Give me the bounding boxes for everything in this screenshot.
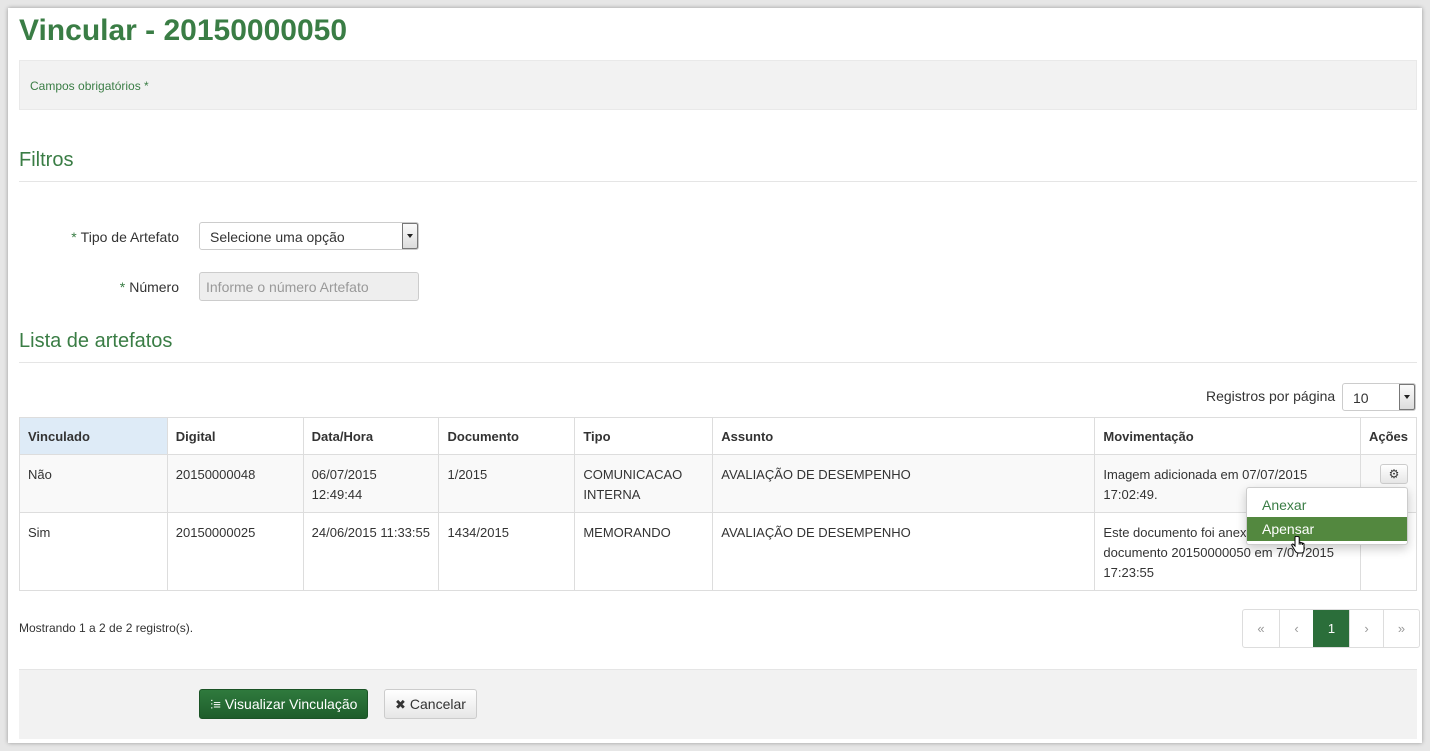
cell-text: Sim bbox=[28, 525, 51, 540]
numero-input[interactable]: Informe o número Artefato bbox=[199, 272, 419, 301]
required-fields-panel: Campos obrigatórios * bbox=[19, 60, 1417, 110]
close-icon: ✖ bbox=[395, 697, 406, 712]
required-star: * bbox=[71, 229, 77, 245]
cell-data-hora: 24/06/2015 11:33:55 bbox=[302, 512, 440, 591]
cell-text: 1434/2015 bbox=[447, 525, 509, 540]
per-page-value: 10 bbox=[1353, 390, 1369, 406]
cell-text: COMUNICACAO INTERNA bbox=[583, 467, 683, 502]
hand-cursor-icon bbox=[1291, 536, 1305, 554]
cell-tipo: MEMORANDO bbox=[574, 512, 714, 591]
page-next-button[interactable]: › bbox=[1349, 610, 1383, 647]
cell-documento: 1/2015 bbox=[438, 454, 576, 513]
tipo-artefato-value: Selecione uma opção bbox=[210, 229, 345, 245]
menu-item-anexar[interactable]: Anexar bbox=[1247, 493, 1407, 517]
visualizar-vinculacao-button[interactable]: ⫶≡ Visualizar Vinculação bbox=[199, 689, 369, 719]
cell-tipo: COMUNICACAO INTERNA bbox=[574, 454, 714, 513]
numero-label: * Número bbox=[19, 279, 179, 295]
tipo-artefato-label: * Tipo de Artefato bbox=[19, 229, 179, 245]
cell-text: MEMORANDO bbox=[583, 525, 671, 540]
gear-icon: ⚙ bbox=[1388, 467, 1400, 481]
cell-text: AVALIAÇÃO DE DESEMPENHO bbox=[721, 525, 911, 540]
cell-vinculado: Sim bbox=[19, 512, 168, 591]
cell-text: 06/07/2015 12:49:44 bbox=[311, 467, 377, 502]
col-acoes: Ações bbox=[1359, 417, 1418, 455]
cell-text: Não bbox=[28, 467, 52, 482]
table-row: Não 20150000048 06/07/2015 12:49:44 1/20… bbox=[19, 454, 1418, 513]
list-divider bbox=[19, 362, 1417, 363]
numero-placeholder: Informe o número Artefato bbox=[206, 279, 369, 295]
page-last-button[interactable]: » bbox=[1383, 610, 1419, 647]
col-data-hora[interactable]: Data/Hora bbox=[302, 417, 440, 455]
cell-digital: 20150000048 bbox=[166, 454, 304, 513]
required-fields-note: Campos obrigatórios * bbox=[30, 79, 149, 93]
col-movimentacao[interactable]: Movimentação bbox=[1094, 417, 1361, 455]
page-prev-button[interactable]: ‹ bbox=[1279, 610, 1313, 647]
chevron-down-icon[interactable] bbox=[402, 223, 418, 249]
cell-text: 20150000048 bbox=[175, 467, 256, 482]
page-current-button[interactable]: 1 bbox=[1313, 610, 1349, 647]
visualizar-vinculacao-label: Visualizar Vinculação bbox=[224, 696, 358, 712]
cell-text: 1/2015 bbox=[447, 467, 488, 482]
cell-text: 20150000025 bbox=[175, 525, 256, 540]
artefatos-table: Vinculado Digital Data/Hora Documento Ti… bbox=[19, 417, 1418, 591]
cell-text: AVALIAÇÃO DE DESEMPENHO bbox=[721, 467, 911, 482]
cell-data-hora: 06/07/2015 12:49:44 bbox=[302, 454, 440, 513]
page-title: Vincular - 20150000050 bbox=[19, 14, 348, 47]
list-heading: Lista de artefatos bbox=[19, 330, 173, 352]
table-header-row: Vinculado Digital Data/Hora Documento Ti… bbox=[19, 417, 1418, 455]
cell-documento: 1434/2015 bbox=[438, 512, 576, 591]
numero-label-text: Número bbox=[129, 279, 179, 295]
filters-heading: Filtros bbox=[19, 149, 74, 171]
cell-assunto: AVALIAÇÃO DE DESEMPENHO bbox=[712, 512, 1096, 591]
chevron-down-icon[interactable] bbox=[1399, 384, 1415, 410]
cell-vinculado: Não bbox=[19, 454, 168, 513]
pagination: « ‹ 1 › » bbox=[1242, 609, 1420, 648]
col-digital[interactable]: Digital bbox=[166, 417, 304, 455]
cell-digital: 20150000025 bbox=[166, 512, 304, 591]
actions-dropdown-menu: Anexar Apensar bbox=[1246, 487, 1408, 545]
showing-records-text: Mostrando 1 a 2 de 2 registro(s). bbox=[19, 621, 194, 635]
col-documento[interactable]: Documento bbox=[438, 417, 576, 455]
tipo-artefato-select[interactable]: Selecione uma opção bbox=[199, 222, 419, 250]
page-first-button[interactable]: « bbox=[1243, 610, 1279, 647]
link-list-icon: ⫶≡ bbox=[210, 697, 221, 712]
required-star: * bbox=[119, 279, 126, 295]
per-page-select[interactable]: 10 bbox=[1342, 383, 1416, 411]
cancel-label: Cancelar bbox=[409, 696, 466, 712]
form-actions-bar: ⫶≡ Visualizar Vinculação ✖ Cancelar bbox=[19, 669, 1417, 739]
cell-assunto: AVALIAÇÃO DE DESEMPENHO bbox=[712, 454, 1096, 513]
per-page-label: Registros por página bbox=[1206, 388, 1336, 404]
col-assunto[interactable]: Assunto bbox=[712, 417, 1096, 455]
tipo-artefato-label-text: Tipo de Artefato bbox=[80, 229, 179, 245]
cancel-button[interactable]: ✖ Cancelar bbox=[384, 689, 477, 719]
col-tipo[interactable]: Tipo bbox=[574, 417, 714, 455]
col-vinculado[interactable]: Vinculado bbox=[19, 417, 168, 455]
filters-divider bbox=[19, 181, 1417, 182]
table-row: Sim 20150000025 24/06/2015 11:33:55 1434… bbox=[19, 512, 1418, 591]
menu-item-apensar[interactable]: Apensar bbox=[1247, 517, 1407, 541]
page-frame: Vincular - 20150000050 Campos obrigatóri… bbox=[8, 8, 1422, 743]
cell-text: 24/06/2015 11:33:55 bbox=[311, 525, 430, 540]
actions-gear-button[interactable]: ⚙ bbox=[1380, 464, 1408, 484]
